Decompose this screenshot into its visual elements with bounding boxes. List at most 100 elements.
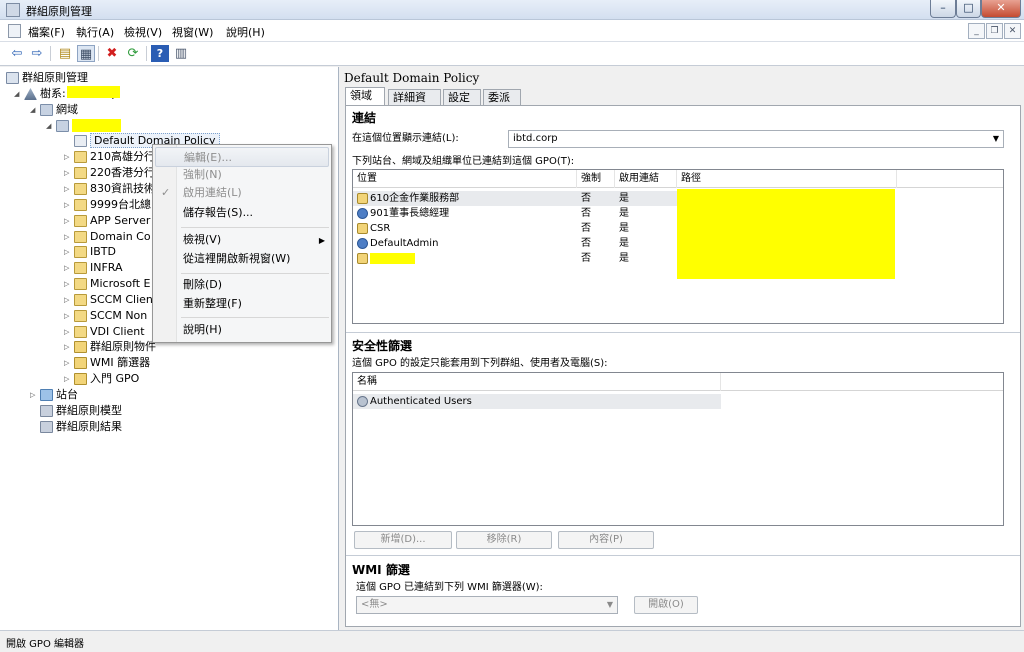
- menu-separator: [181, 273, 329, 274]
- tree-node-gpo-objects[interactable]: ▷ 群組原則物件: [64, 339, 156, 354]
- expand-triangle-icon[interactable]: ▷: [64, 261, 74, 276]
- delete-icon[interactable]: ✖: [103, 45, 121, 62]
- menu-view[interactable]: 檢視(V): [124, 24, 162, 40]
- tree-node-modeling[interactable]: 群組原則模型: [40, 403, 122, 418]
- expand-triangle-icon[interactable]: ▷: [64, 198, 74, 213]
- expand-triangle-icon[interactable]: ▷: [64, 325, 74, 340]
- minimize-button[interactable]: –: [930, 0, 956, 18]
- tree-node-starter-gpo[interactable]: ▷ 入門 GPO: [64, 371, 139, 386]
- expand-triangle-icon[interactable]: ▷: [30, 388, 40, 403]
- tree-node-ou[interactable]: ▷ SCCM Clien: [64, 292, 153, 307]
- tree-node-domain[interactable]: ◢ ibtd.corp: [46, 118, 122, 134]
- ctx-view[interactable]: 檢視(V): [155, 230, 329, 250]
- link-row[interactable]: ibtd.corp 否 是: [353, 251, 677, 266]
- expand-triangle-icon[interactable]: ▷: [64, 356, 74, 371]
- tree-node-ou[interactable]: ▷ Microsoft E: [64, 276, 151, 291]
- link-location: CSR: [357, 221, 390, 236]
- expand-triangle-icon[interactable]: ▷: [64, 293, 74, 308]
- tab-details[interactable]: 詳細資料: [388, 89, 441, 119]
- ctx-refresh[interactable]: 重新整理(F): [155, 294, 329, 314]
- remove-button[interactable]: 移除(R): [456, 531, 552, 549]
- location-dropdown[interactable]: ibtd.corp ▼: [508, 130, 1004, 148]
- menu-action[interactable]: 執行(A): [76, 24, 114, 40]
- expand-triangle-icon[interactable]: ▷: [64, 230, 74, 245]
- tree-node-ou[interactable]: ▷ SCCM Non: [64, 308, 147, 323]
- menu-help[interactable]: 說明(H): [226, 24, 265, 40]
- collapse-triangle-icon[interactable]: ◢: [46, 119, 56, 134]
- tree-node-ou[interactable]: ▷ VDI Client: [64, 324, 145, 339]
- collapse-triangle-icon[interactable]: ◢: [14, 87, 24, 102]
- properties-icon[interactable]: ▥: [172, 45, 190, 62]
- expand-triangle-icon[interactable]: ▷: [64, 245, 74, 260]
- tab-settings[interactable]: 設定: [443, 89, 481, 106]
- tree-node-ou[interactable]: ▷ 210高雄分行: [64, 149, 155, 164]
- up-folder-icon[interactable]: ▤: [56, 45, 74, 62]
- link-enforced: 否: [581, 238, 591, 249]
- link-row[interactable]: 610企金作業服務部 否 是: [353, 191, 677, 206]
- expand-triangle-icon[interactable]: ▷: [64, 182, 74, 197]
- expand-triangle-icon[interactable]: ▷: [64, 309, 74, 324]
- tree-node-ou[interactable]: ▷ 830資訊技術: [64, 181, 155, 196]
- tree-node-sites[interactable]: ▷ 站台: [30, 387, 78, 402]
- open-button[interactable]: 開啟(O): [634, 596, 698, 614]
- collapse-triangle-icon[interactable]: ◢: [30, 103, 40, 118]
- ctx-new-window[interactable]: 從這裡開啟新視窗(W): [155, 249, 329, 269]
- mdi-minimize-icon[interactable]: _: [968, 23, 985, 39]
- link-row[interactable]: 901董事長總經理 否 是: [353, 206, 677, 221]
- maximize-button[interactable]: □: [956, 0, 981, 18]
- refresh-icon[interactable]: ⟳: [124, 45, 142, 62]
- menu-window[interactable]: 視窗(W): [172, 24, 213, 40]
- menu-file[interactable]: 檔案(F): [28, 24, 65, 40]
- tree-node-domains[interactable]: ◢ 網域: [30, 102, 78, 117]
- mdi-close-icon[interactable]: ✕: [1004, 23, 1021, 39]
- tree-node-gpm-root[interactable]: 群組原則管理: [6, 70, 88, 85]
- column-enforced[interactable]: 強制: [577, 170, 615, 188]
- link-row[interactable]: DefaultAdmin 否 是: [353, 236, 677, 251]
- ctx-delete[interactable]: 刪除(D): [155, 275, 329, 295]
- security-row[interactable]: Authenticated Users: [353, 394, 721, 409]
- ctx-help[interactable]: 說明(H): [155, 320, 329, 340]
- gpo-title: Default Domain Policy: [344, 71, 480, 85]
- tree-node-ou[interactable]: ▷ IBTD: [64, 244, 116, 259]
- tab-scope[interactable]: 領域: [345, 87, 385, 106]
- link-row[interactable]: CSR 否 是: [353, 221, 677, 236]
- ou-icon: [357, 222, 368, 234]
- expand-triangle-icon[interactable]: ▷: [64, 166, 74, 181]
- add-button[interactable]: 新增(D)...: [354, 531, 452, 549]
- expand-triangle-icon[interactable]: ▷: [64, 150, 74, 165]
- wmi-filter-dropdown[interactable]: <無> ▼: [356, 596, 618, 614]
- location-label: 在這個位置顯示連結(L):: [352, 133, 459, 144]
- expand-triangle-icon[interactable]: ▷: [64, 277, 74, 292]
- ctx-enforced[interactable]: 強制(N): [155, 165, 329, 185]
- tree-node-results[interactable]: 群組原則結果: [40, 419, 122, 434]
- ctx-link-enabled[interactable]: 啟用連結(L): [155, 183, 329, 203]
- forward-arrow-icon[interactable]: ⇨: [28, 45, 46, 62]
- column-path[interactable]: 路徑: [677, 170, 897, 188]
- tree-node-ou[interactable]: ▷ INFRA: [64, 260, 123, 275]
- ctx-edit[interactable]: 編輯(E)...: [155, 147, 329, 167]
- mdi-restore-icon[interactable]: ❐: [986, 23, 1003, 39]
- tree-node-wmi-filters[interactable]: ▷ WMI 篩選器: [64, 355, 150, 370]
- column-link-enabled[interactable]: 啟用連結: [615, 170, 677, 188]
- expand-triangle-icon[interactable]: ▷: [64, 214, 74, 229]
- gpo-folder-icon: [74, 341, 87, 353]
- show-hide-tree-icon[interactable]: ▦: [77, 45, 95, 62]
- tree-node-ou[interactable]: ▷ Domain Co: [64, 229, 151, 244]
- tree-node-ou[interactable]: ▷ 9999台北總: [64, 197, 151, 212]
- tab-delegation[interactable]: 委派: [483, 89, 521, 106]
- ctx-save-report[interactable]: 儲存報告(S)...: [155, 203, 329, 223]
- links-list[interactable]: 位置 強制 啟用連結 路徑 610企金作業服務部 否 是 901董事長總經理 否…: [352, 169, 1004, 324]
- close-button[interactable]: ✕: [981, 0, 1021, 18]
- back-arrow-icon[interactable]: ⇦: [8, 45, 26, 62]
- column-name[interactable]: 名稱: [353, 373, 721, 391]
- toolbar-separator: [50, 46, 51, 61]
- expand-triangle-icon[interactable]: ▷: [64, 372, 74, 387]
- tree-node-ou[interactable]: ▷ APP Server: [64, 213, 150, 228]
- help-icon[interactable]: ?: [151, 45, 169, 62]
- properties-button[interactable]: 內容(P): [558, 531, 654, 549]
- column-location[interactable]: 位置: [353, 170, 577, 188]
- security-list[interactable]: 名稱 Authenticated Users: [352, 372, 1004, 526]
- tree-node-ou[interactable]: ▷ 220香港分行: [64, 165, 155, 180]
- starter-gpo-icon: [74, 373, 87, 385]
- expand-triangle-icon[interactable]: ▷: [64, 340, 74, 355]
